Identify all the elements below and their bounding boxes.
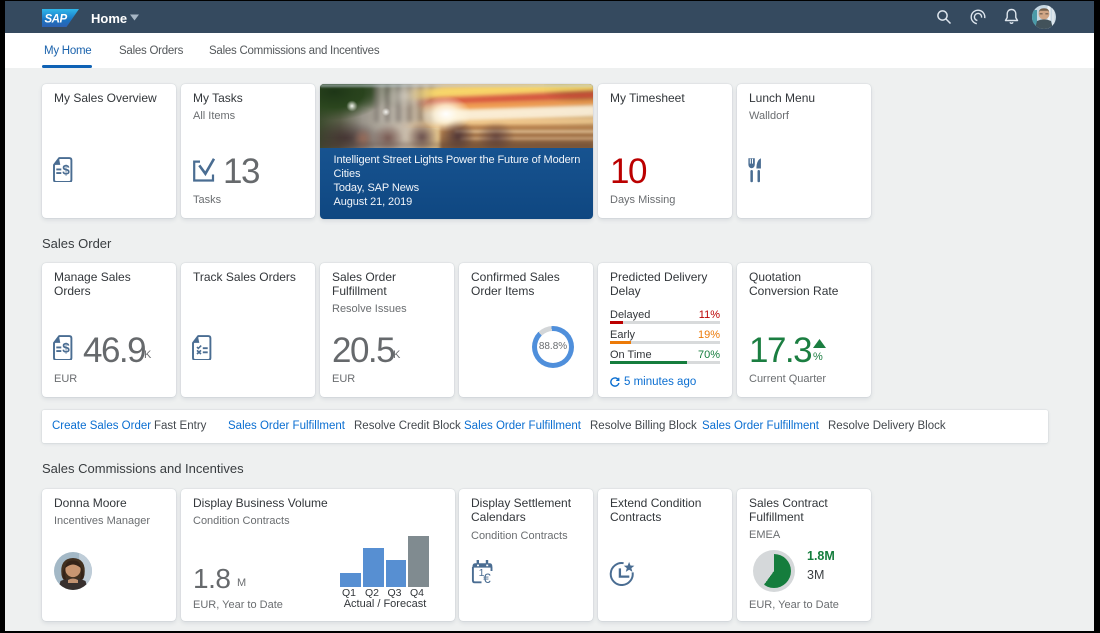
svg-text:SAP: SAP xyxy=(45,13,68,25)
svg-text:€: € xyxy=(483,571,491,585)
